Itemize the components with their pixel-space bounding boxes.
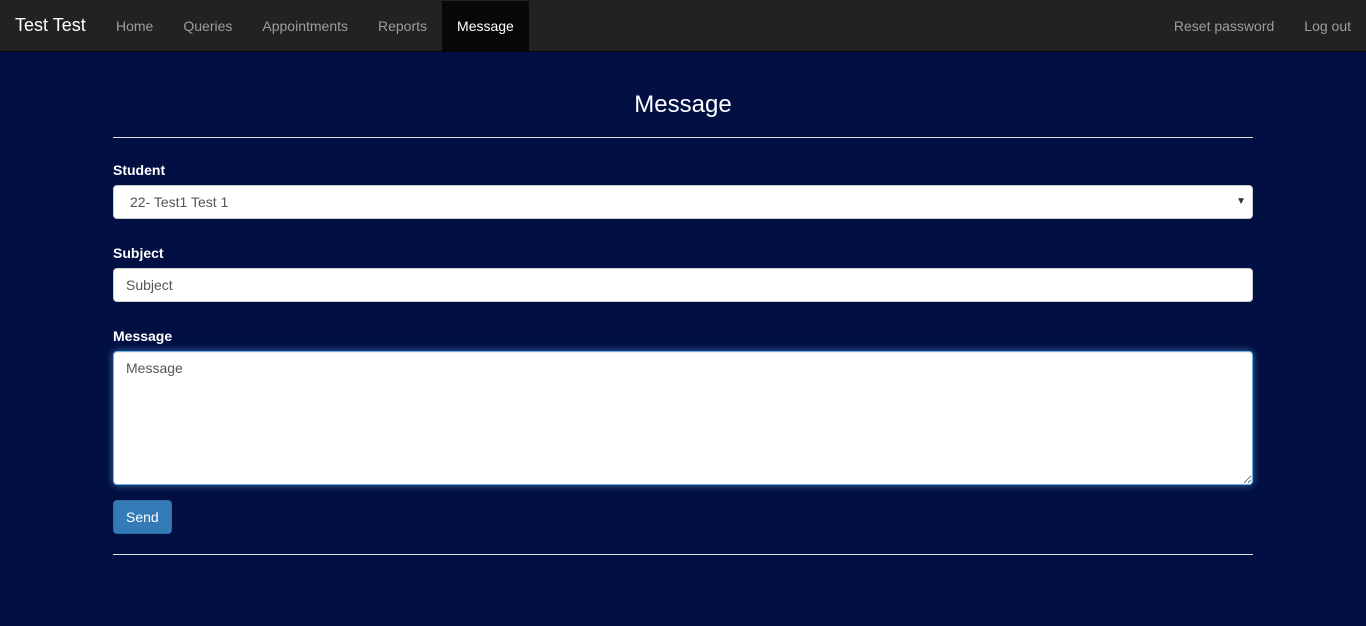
- top-navbar: Test Test Home Queries Appointments Repo…: [0, 0, 1366, 52]
- nav-item-reports[interactable]: Reports: [363, 1, 442, 51]
- top-divider: [113, 137, 1253, 138]
- nav-item-message[interactable]: Message: [442, 1, 529, 51]
- nav-item-log-out[interactable]: Log out: [1289, 1, 1366, 51]
- message-label: Message: [113, 328, 173, 344]
- student-select[interactable]: 22- Test1 Test 1 ▼: [113, 185, 1253, 219]
- nav-left-group: Home Queries Appointments Reports Messag…: [101, 1, 529, 51]
- student-select-value: 22- Test1 Test 1: [130, 194, 229, 210]
- nav-item-queries[interactable]: Queries: [168, 1, 247, 51]
- subject-label: Subject: [113, 245, 164, 261]
- subject-input[interactable]: [113, 268, 1253, 302]
- nav-item-appointments[interactable]: Appointments: [247, 1, 363, 51]
- main-container: Message Student 22- Test1 Test 1 ▼ Subje…: [113, 52, 1253, 555]
- message-form: Student 22- Test1 Test 1 ▼ Subject Messa…: [113, 160, 1253, 534]
- student-label: Student: [113, 162, 166, 178]
- brand-link[interactable]: Test Test: [15, 0, 86, 51]
- message-textarea[interactable]: Message: [113, 351, 1253, 485]
- nav-item-home[interactable]: Home: [101, 1, 168, 51]
- nav-right-group: Reset password Log out: [1159, 1, 1366, 51]
- caret-down-icon: ▼: [1236, 196, 1246, 207]
- bottom-divider: [113, 554, 1253, 555]
- page-title: Message: [634, 91, 732, 118]
- send-button[interactable]: Send: [113, 500, 172, 534]
- nav-item-reset-password[interactable]: Reset password: [1159, 1, 1289, 51]
